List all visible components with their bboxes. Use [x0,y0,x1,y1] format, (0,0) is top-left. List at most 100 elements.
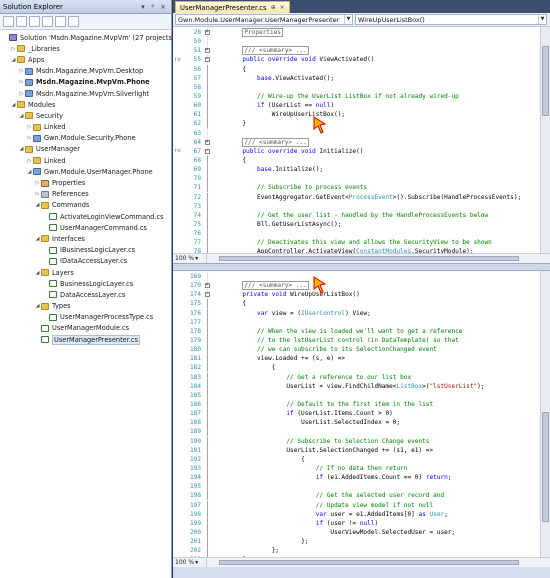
tree-item-folder[interactable]: ▷ _Libraries [0,43,171,54]
code-line[interactable]: 194 if (e1.AddedItems.Count == 0) return… [173,473,540,483]
expand-toggle-icon[interactable]: ◢ [34,270,41,276]
code-line[interactable]: 76 [173,229,540,239]
auto-hide-pin-icon[interactable]: ᵖ [148,3,158,11]
tree-item-file[interactable]: UserManagerCommand.cs [0,222,171,233]
expand-toggle-icon[interactable]: ◢ [34,303,41,309]
code-line[interactable]: 180 // we can subscribe to its Selection… [173,345,540,355]
code-line[interactable]: 71 // Subscribe to process events [173,183,540,193]
horizontal-scroll-track[interactable] [207,558,550,567]
code-line[interactable]: 56 { [173,64,540,74]
tree-item-file[interactable]: ActivateLoginViewCommand.cs [0,211,171,222]
code-line[interactable]: 170 + /// <summary> ... [173,281,540,291]
code-line[interactable]: 178 // When the view is loaded we'll wan… [173,326,540,336]
zoom-dropdown[interactable]: 100 % ▾ [173,558,207,567]
tree-item-folder[interactable]: ◢ UserManager [0,144,171,155]
tree-item[interactable]: ◢ Gwn.Module.UserManager.Phone [0,166,171,177]
code-lines[interactable]: 28 + Properties 50 51 + /// <summary> ... ↑o 5… [173,28,540,263]
scrollbar-thumb[interactable] [542,412,549,522]
code-lines[interactable]: 169 170 + /// <summary> ... 174− private vo… [173,272,540,567]
refresh-icon[interactable] [29,16,40,27]
code-line[interactable]: 199 if (user != null) [173,518,540,528]
code-pane-bottom[interactable]: 169 170 + /// <summary> ... 174− private vo… [173,271,550,567]
document-tab[interactable]: UserManagerPresenter.cs ⊕ × [175,1,290,13]
outline-box[interactable]: + [204,283,210,289]
code-token[interactable]: /// <summary> ... [242,137,309,147]
collapse-outline-icon[interactable]: − [201,292,213,298]
code-line[interactable]: 189 [173,427,540,437]
outline-box[interactable]: − [204,292,210,298]
chevron-down-icon[interactable]: ▾ [195,559,198,566]
code-line[interactable]: 51 + /// <summary> ... [173,46,540,56]
expand-toggle-icon[interactable]: ▷ [26,158,33,164]
tree-item-file[interactable]: BusinessLogicLayer.cs [0,278,171,289]
code-line[interactable]: 185 [173,390,540,400]
expand-toggle-icon[interactable]: ▷ [26,135,33,141]
code-line[interactable]: 200 UserViewModel.SelectedUser = user; [173,528,540,537]
code-line[interactable]: 196 // Get the selected user record and [173,491,540,501]
expand-outline-icon[interactable]: + [201,48,213,54]
code-token[interactable]: Properties [242,28,284,38]
outline-box[interactable]: + [204,30,210,36]
expand-toggle-icon[interactable]: ◢ [10,57,17,63]
expand-toggle-icon[interactable]: ▷ [18,91,25,97]
expand-toggle-icon[interactable]: ▷ [10,46,17,52]
expand-toggle-icon[interactable]: ◢ [10,102,17,108]
horizontal-scrollbar-thumb[interactable] [219,560,519,565]
collapse-outline-icon[interactable]: − [201,148,213,154]
code-line[interactable]: 75 Bll.GetUserListAsync(); [173,220,540,230]
expand-toggle-icon[interactable]: ▷ [34,191,41,197]
tree-item-file[interactable]: UserManagerPresenter.cs [0,334,171,345]
expand-toggle-icon[interactable]: ◢ [18,146,25,152]
code-line[interactable]: 193 // If no data then return [173,464,540,474]
code-line[interactable]: 57 base.ViewActivated(); [173,73,540,83]
view-designer-icon[interactable] [55,16,66,27]
tree-item[interactable]: Solution 'Msdn.Magazine.MvpVm' (27 proje… [0,32,175,43]
tree-item[interactable]: ▷ Gwn.Module.Security.Phone [0,133,171,144]
code-line[interactable]: 73 [173,201,540,211]
close-tab-icon[interactable]: × [280,4,285,11]
chevron-down-icon[interactable]: ▼ [538,15,546,24]
scrollbar-thumb[interactable] [542,46,549,116]
code-line[interactable]: 195 [173,482,540,492]
vertical-scrollbar[interactable] [540,27,550,253]
code-line[interactable]: 186 // Default to the first item in the … [173,400,540,410]
expand-toggle-icon[interactable]: ◢ [26,169,33,175]
tree-item[interactable]: ▷ Msdn.Magazine.MvpVm.Silverlight [0,88,171,99]
code-line[interactable]: 181 view.Loaded += (s, e) => [173,354,540,364]
collapse-outline-icon[interactable]: − [201,57,213,63]
code-line[interactable]: 72 EventAggregator.GetEvent<ProcessEvent… [173,192,540,202]
expand-toggle-icon[interactable]: ▷ [18,68,25,74]
code-line[interactable]: 59 // Wire-up the UserList ListBox if no… [173,92,540,102]
horizontal-scrollbar[interactable]: 100 % ▾ [173,253,550,263]
show-all-files-icon[interactable] [16,16,27,27]
tree-item[interactable]: ▷ Msdn.Magazine.MvpVm.Phone [0,77,171,88]
view-code-icon[interactable] [42,16,53,27]
code-line[interactable]: 62 } [173,119,540,129]
tree-item[interactable]: ▷ Msdn.Magazine.MvpVm.Desktop [0,66,171,77]
tree-item-folder[interactable]: ◢ Apps [0,54,171,65]
window-position-icon[interactable]: ▾ [138,3,148,11]
zoom-dropdown[interactable]: 100 % ▾ [173,254,207,263]
tree-item-folder[interactable]: ▷ Linked [0,155,171,166]
code-line[interactable]: 191 UserList.SelectionChanged += (s1, e1… [173,445,540,455]
code-line[interactable]: 61 WireUpUserListBox(); [173,110,540,120]
code-line[interactable]: 68 { [173,156,540,166]
tree-item-folder[interactable]: ▷ Linked [0,122,171,133]
close-icon[interactable]: × [158,3,168,11]
expand-outline-icon[interactable]: + [201,30,213,36]
code-line[interactable]: 174− private void WireUpUserListBox() [173,290,540,299]
code-line[interactable]: 188 UserList.SelectedIndex = 0; [173,418,540,428]
expand-outline-icon[interactable]: + [201,283,213,289]
code-pane-top[interactable]: 28 + Properties 50 51 + /// <summary> ... ↑o 5… [173,27,550,263]
tree-item-folder[interactable]: ◢ Security [0,110,171,121]
tree-item[interactable]: ▷ References [0,189,171,200]
tree-item-file[interactable]: IDataAccessLayer.cs [0,256,171,267]
code-line[interactable]: 169 [173,272,540,281]
code-line[interactable]: 179 // to the lstUserList control (in Da… [173,336,540,346]
outline-box[interactable]: + [204,139,210,145]
code-line[interactable]: 74 // Get the user list - handled by the… [173,210,540,220]
editor-splitter[interactable] [173,263,550,271]
tree-item-file[interactable]: UserManagerModule.cs [0,323,171,334]
code-line[interactable]: 58 [173,82,540,92]
class-dropdown[interactable]: Gwn.Module.UserManager.UserManagerPresen… [175,14,353,25]
